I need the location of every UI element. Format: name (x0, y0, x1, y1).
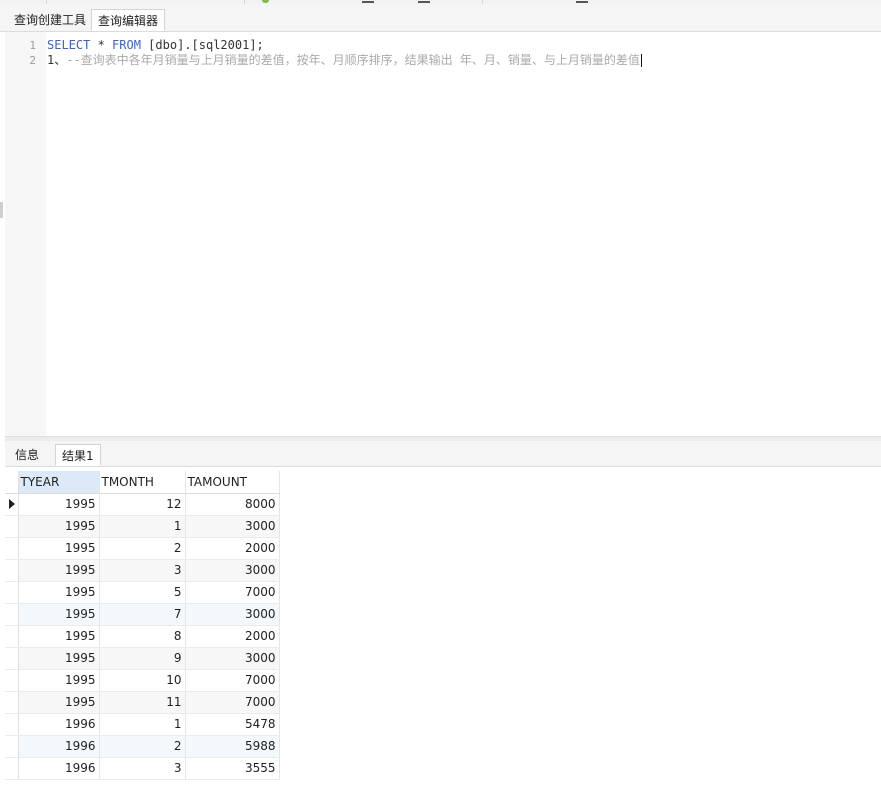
table-row[interactable]: 1995 12 8000 (5, 493, 280, 516)
editor-tab-bar: 查询创建工具 查询编辑器 (0, 5, 881, 32)
row-header[interactable] (5, 647, 19, 670)
table-row[interactable]: 1995 7 3000 (5, 603, 280, 626)
sql-editor[interactable]: 1 2 SELECT * FROM [dbo].[sql2001]; 1、--查… (5, 32, 881, 436)
row-header[interactable] (5, 603, 19, 626)
cell-tmonth[interactable]: 5 (99, 581, 186, 604)
toolbar-segment (244, 0, 483, 4)
table-row[interactable]: 1995 9 3000 (5, 647, 280, 670)
results-tab-bar: 信息 结果1 (5, 441, 881, 467)
toolbar-segment (46, 0, 245, 4)
cell-tyear[interactable]: 1996 (18, 735, 100, 758)
cell-tmonth[interactable]: 7 (99, 603, 186, 626)
cell-tmonth[interactable]: 3 (99, 559, 186, 582)
cell-tmonth[interactable]: 1 (99, 515, 186, 538)
cell-tyear[interactable]: 1996 (18, 713, 100, 736)
cell-tmonth[interactable]: 2 (99, 735, 186, 758)
row-header[interactable] (5, 581, 19, 604)
cell-tyear[interactable]: 1995 (18, 691, 100, 714)
cell-tmonth[interactable]: 12 (99, 493, 186, 516)
cell-tamount[interactable]: 8000 (185, 493, 280, 516)
sql-keyword: SELECT (47, 38, 91, 52)
cell-tmonth[interactable]: 10 (99, 669, 186, 692)
cell-tmonth[interactable]: 2 (99, 537, 186, 560)
cell-tyear[interactable]: 1996 (18, 757, 100, 780)
row-header-corner (5, 471, 19, 494)
cell-tyear[interactable]: 1995 (18, 603, 100, 626)
cell-tamount[interactable]: 7000 (185, 669, 280, 692)
table-row[interactable]: 1996 3 3555 (5, 757, 280, 780)
tab-query-editor[interactable]: 查询编辑器 (91, 9, 166, 31)
cell-tmonth[interactable]: 3 (99, 757, 186, 780)
table-row[interactable]: 1995 3 3000 (5, 559, 280, 582)
sql-comment: --查询表中各年月销量与上月销量的差值，按年、月顺序排序，结果输出 年、月、销量… (66, 53, 640, 67)
line-number: 1 (29, 39, 36, 52)
cell-tyear[interactable]: 1995 (18, 669, 100, 692)
code-line-1[interactable]: SELECT * FROM [dbo].[sql2001]; (47, 38, 264, 53)
cell-tyear[interactable]: 1995 (18, 537, 100, 560)
cell-tyear[interactable]: 1995 (18, 581, 100, 604)
code-line-2[interactable]: 1、--查询表中各年月销量与上月销量的差值，按年、月顺序排序，结果输出 年、月、… (47, 53, 642, 68)
tab-query-builder[interactable]: 查询创建工具 (8, 9, 92, 31)
tab-result-1[interactable]: 结果1 (55, 444, 101, 466)
cell-tamount[interactable]: 3000 (185, 515, 280, 538)
table-row[interactable]: 1995 5 7000 (5, 581, 280, 604)
row-header[interactable] (5, 691, 19, 714)
row-header[interactable] (5, 515, 19, 538)
row-header[interactable] (5, 757, 19, 780)
cell-tyear[interactable]: 1995 (18, 625, 100, 648)
toolbar-icon[interactable] (576, 1, 588, 3)
table-row[interactable]: 1995 11 7000 (5, 691, 280, 714)
column-header-tyear[interactable]: TYEAR (18, 471, 100, 494)
cell-tamount[interactable]: 3555 (185, 757, 280, 780)
code-text: [dbo].[sql2001]; (140, 38, 264, 52)
table-row[interactable]: 1995 10 7000 (5, 669, 280, 692)
cell-tamount[interactable]: 7000 (185, 691, 280, 714)
code-text: * (90, 38, 113, 52)
row-header[interactable] (5, 669, 19, 692)
line-number: 2 (29, 54, 36, 67)
cell-tamount[interactable]: 3000 (185, 647, 280, 670)
table-row[interactable]: 1995 2 2000 (5, 537, 280, 560)
table-row[interactable]: 1996 1 5478 (5, 713, 280, 736)
row-pointer-icon (9, 499, 15, 509)
cell-tamount[interactable]: 3000 (185, 603, 280, 626)
cell-tamount[interactable]: 3000 (185, 559, 280, 582)
cell-tmonth[interactable]: 11 (99, 691, 186, 714)
row-header[interactable] (5, 559, 19, 582)
toolbar-segment (0, 0, 47, 4)
cell-tyear[interactable]: 1995 (18, 647, 100, 670)
row-header[interactable] (5, 625, 19, 648)
row-header[interactable] (5, 537, 19, 560)
cell-tyear[interactable]: 1995 (18, 515, 100, 538)
text-caret (640, 54, 642, 67)
tab-info[interactable]: 信息 (9, 444, 45, 466)
panel-resize-handle[interactable] (0, 202, 3, 218)
table-row[interactable]: 1995 1 3000 (5, 515, 280, 538)
cell-tyear[interactable]: 1995 (18, 559, 100, 582)
results-grid[interactable]: TYEAR TMONTH TAMOUNT 1995 12 8000 1995 1 3000… (5, 471, 280, 780)
sql-keyword: FROM (112, 38, 141, 52)
table-row[interactable]: 1995 8 2000 (5, 625, 280, 648)
table-row[interactable]: 1996 2 5988 (5, 735, 280, 758)
column-header-tamount[interactable]: TAMOUNT (185, 471, 280, 494)
cell-tyear[interactable]: 1995 (18, 493, 100, 516)
cell-tmonth[interactable]: 1 (99, 713, 186, 736)
line-number-gutter: 1 2 (5, 32, 46, 436)
cell-tamount[interactable]: 5988 (185, 735, 280, 758)
cell-tamount[interactable]: 2000 (185, 625, 280, 648)
cell-tmonth[interactable]: 9 (99, 647, 186, 670)
row-header[interactable] (5, 735, 19, 758)
cell-tamount[interactable]: 7000 (185, 581, 280, 604)
current-row-indicator[interactable] (5, 493, 19, 516)
column-header-tmonth[interactable]: TMONTH (99, 471, 186, 494)
row-header[interactable] (5, 713, 19, 736)
grid-body: 1995 12 8000 1995 1 3000 1995 2 2000 1995 3 3000 199… (5, 493, 280, 780)
cell-tamount[interactable]: 5478 (185, 713, 280, 736)
cell-tmonth[interactable]: 8 (99, 625, 186, 648)
cell-tamount[interactable]: 2000 (185, 537, 280, 560)
code-text: 1、 (47, 53, 67, 67)
